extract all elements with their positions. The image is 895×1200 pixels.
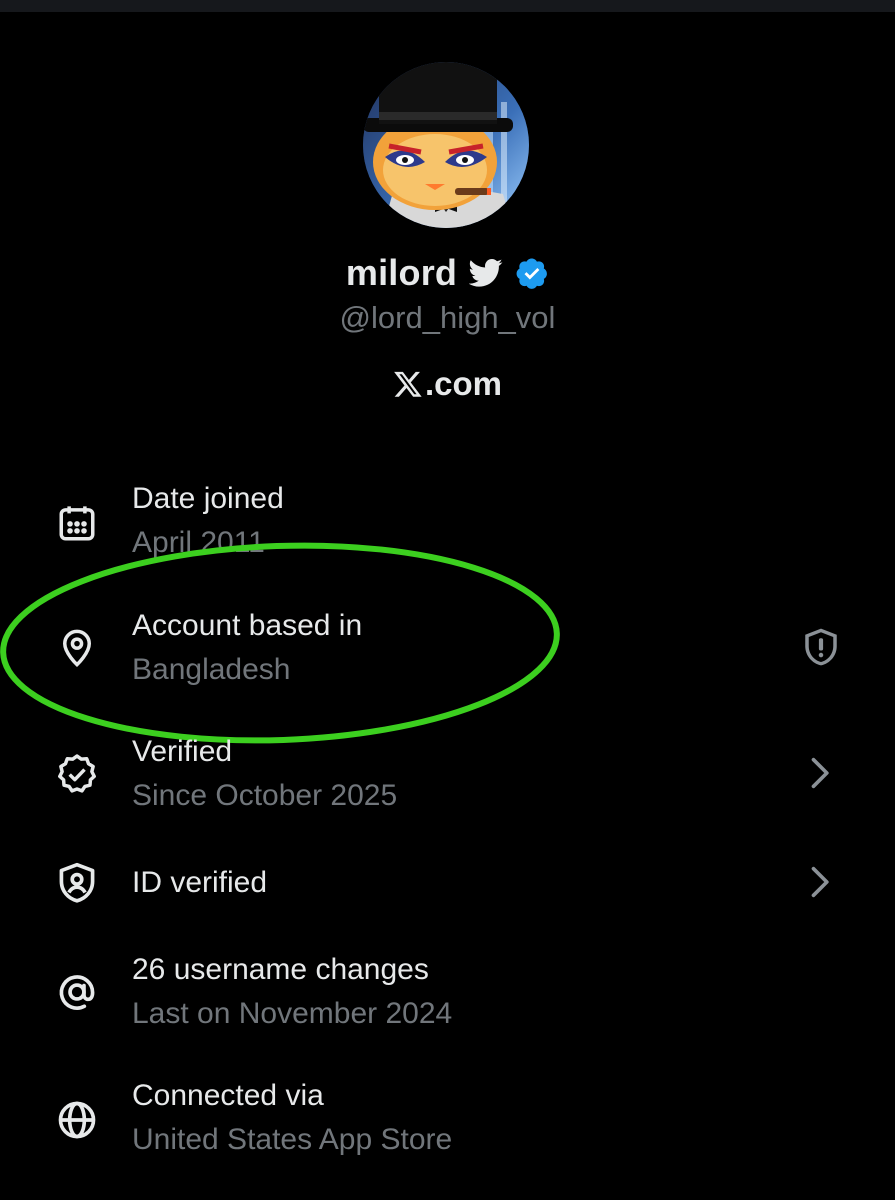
- info-row-connected-via: Connected via United States App Store: [0, 1075, 895, 1185]
- location-pin-icon: [54, 625, 100, 671]
- chevron-right-icon[interactable]: [799, 860, 843, 904]
- avatar-illustration: [363, 62, 529, 228]
- account-site-row: .com: [0, 360, 895, 408]
- chevron-right-icon[interactable]: [799, 751, 843, 795]
- info-row-verified[interactable]: Verified Since October 2025: [0, 731, 895, 841]
- bird-icon: [469, 258, 503, 288]
- row-subtitle: United States App Store: [132, 1123, 453, 1156]
- row-title: Account based in: [132, 609, 363, 642]
- row-subtitle: April 2011: [132, 526, 265, 559]
- site-domain: .com: [424, 365, 503, 402]
- avatar[interactable]: [363, 62, 529, 228]
- info-row-username-changes: 26 username changes Last on November 202…: [0, 949, 895, 1059]
- shield-alert-icon[interactable]: [799, 625, 843, 669]
- calendar-icon: [54, 500, 100, 546]
- status-bar-strip: [0, 0, 895, 12]
- info-row-account-based-in: Account based in Bangladesh: [0, 605, 895, 715]
- info-row-date-joined: Date joined April 2011: [0, 478, 895, 588]
- id-shield-icon: [54, 860, 100, 906]
- row-title: 26 username changes: [132, 953, 429, 986]
- profile-name-row: milord: [0, 248, 895, 298]
- globe-icon: [54, 1097, 100, 1143]
- verified-badge-icon: [54, 751, 100, 797]
- row-subtitle: Bangladesh: [132, 653, 291, 686]
- row-title: ID verified: [132, 866, 268, 899]
- profile-handle: @lord_high_vol: [339, 300, 556, 335]
- at-sign-icon: [54, 969, 100, 1015]
- row-title: Date joined: [132, 482, 284, 515]
- row-subtitle: Since October 2025: [132, 779, 398, 812]
- display-name[interactable]: milord: [346, 252, 457, 294]
- verified-badge-icon[interactable]: [515, 256, 549, 290]
- row-title: Verified: [132, 735, 233, 768]
- x-logo-icon: [393, 369, 423, 399]
- row-subtitle: Last on November 2024: [132, 997, 453, 1030]
- row-title: Connected via: [132, 1079, 324, 1112]
